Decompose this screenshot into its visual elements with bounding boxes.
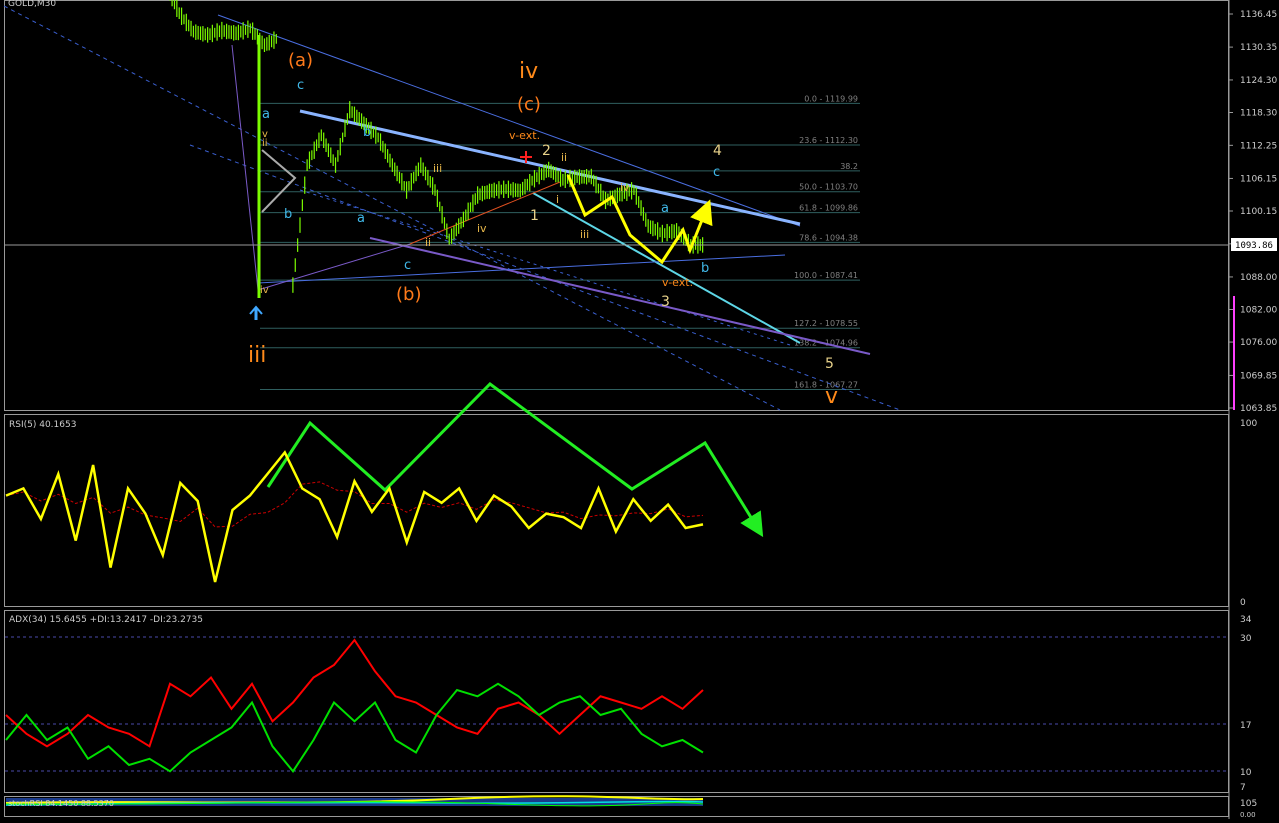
wave-label-3: 3	[661, 294, 670, 310]
price-tick-label: 1076.00	[1240, 338, 1277, 348]
wave-label-iv-low: iv	[260, 285, 269, 296]
adx-tick-17: 17	[1240, 721, 1251, 731]
fib-label: 0.0 - 1119.99	[804, 94, 858, 103]
price-tick-label: 1069.85	[1240, 371, 1277, 381]
wave-label-c-paren: (c)	[517, 94, 541, 115]
wave-label-b-mid: b	[363, 125, 371, 140]
fib-label: 61.8 - 1099.86	[799, 204, 858, 213]
current-price-label: 1093.86	[1235, 241, 1273, 251]
wave-label-c-right: c	[713, 165, 720, 180]
fib-label: 38.2	[840, 162, 858, 171]
wave-label-5: 5	[825, 356, 834, 372]
chart-canvas: GOLD,M30 0.0 - 1119.99 23.6 - 1112.30 38.2…	[3, 0, 1277, 819]
price-tick-label: 1088.00	[1240, 273, 1277, 283]
rsi-label: RSI(5) 40.1653	[9, 420, 76, 430]
wave-label-b-right: b	[701, 261, 709, 276]
grey-triangle	[261, 149, 297, 213]
price-tick-label: 1100.15	[1240, 207, 1277, 217]
wave-label-ii-mid: ii	[425, 236, 431, 249]
fib-label: 127.2 - 1078.55	[794, 319, 858, 328]
adx-tick-7: 7	[1240, 783, 1246, 793]
wave-label-ii-right: ii	[561, 151, 567, 164]
fib-label: 50.0 - 1103.70	[799, 183, 858, 192]
wave-label-iv-big: iv	[519, 59, 538, 84]
rsi-panel-frame	[4, 414, 1229, 607]
rsi-line	[5, 450, 704, 583]
wave-label-c-low: c	[404, 258, 411, 273]
wave-diagonal-2	[257, 243, 411, 291]
stoch-label: stochRSI 84.1450 88.5370	[8, 799, 114, 808]
fib-label: 23.6 - 1112.30	[799, 136, 858, 145]
wave-label-a-mid: a	[357, 211, 365, 226]
wave-label-iii-right: iii	[580, 228, 589, 241]
wave-label-a-paren: (a)	[288, 50, 313, 71]
wave-label-i-right: i	[556, 193, 559, 206]
wave-label-v-big: v	[825, 384, 838, 409]
price-tick-label: 1118.30	[1240, 109, 1277, 119]
price-tick-label: 1082.00	[1240, 306, 1277, 316]
rsi-min-tick: 0	[1240, 598, 1246, 608]
price-tick-label: 1106.15	[1240, 174, 1277, 184]
rsi-max-tick: 100	[1240, 419, 1257, 429]
wave-label-iii-big: iii	[248, 343, 266, 368]
upper-channel-line	[299, 109, 801, 226]
wave-label-iv-right: iv	[620, 181, 630, 194]
wave-label-a-left: a	[262, 107, 270, 122]
wave-label-iv-mid: iv	[477, 222, 487, 235]
price-tick-label: 1063.85	[1240, 404, 1277, 414]
wave-label-iii-mid: iii	[433, 162, 442, 175]
wave-label-a-right: a	[661, 201, 669, 216]
wave-label-1: 1	[530, 208, 539, 224]
fib-label: 78.6 - 1094.38	[799, 233, 858, 242]
price-tick-label: 1130.35	[1240, 43, 1277, 53]
wave-label-c-top: c	[297, 78, 304, 93]
wave-label-4: 4	[713, 143, 722, 159]
fib-label: 100.0 - 1087.41	[794, 271, 858, 280]
price-bars	[169, 0, 704, 293]
wave-label-b-left: b	[284, 207, 292, 222]
symbol-label: GOLD,M30	[8, 0, 56, 9]
adx-minus-di-line	[5, 638, 704, 748]
price-tick-label: 1112.25	[1240, 141, 1277, 151]
wave-labels: (a) iv (c) (b) iii v v-ext. v-ext. 2 1 3…	[248, 50, 838, 409]
wave-label-ii-small: ii	[262, 138, 268, 149]
adx-tick-10: 10	[1240, 768, 1252, 778]
adx-tick-30: 30	[1240, 634, 1252, 644]
wave-label-v-ext-top: v-ext.	[509, 129, 540, 142]
purple-support-line	[369, 237, 871, 355]
price-axis-ticks: 1136.45 1130.35 1124.30 1118.30 1112.25 1106.…	[1229, 10, 1277, 414]
adx-tick-34: 34	[1240, 615, 1252, 625]
stoch-tick-105: 105	[1240, 799, 1257, 809]
wave-diagonal-1	[231, 44, 259, 291]
wave-label-v-ext-bottom: v-ext.	[662, 276, 693, 289]
wave-label-b-paren: (b)	[396, 284, 421, 305]
chart-root: GOLD,M30 0.0 - 1119.99 23.6 - 1112.30 38.2…	[0, 0, 1279, 819]
price-tick-label: 1124.30	[1240, 76, 1277, 86]
adx-label: ADX(34) 15.6455 +DI:13.2417 -DI:23.2735	[9, 615, 203, 625]
stoch-tick-0: 0.00	[1240, 811, 1256, 819]
price-tick-label: 1136.45	[1240, 10, 1277, 20]
wave-label-2: 2	[542, 143, 551, 159]
